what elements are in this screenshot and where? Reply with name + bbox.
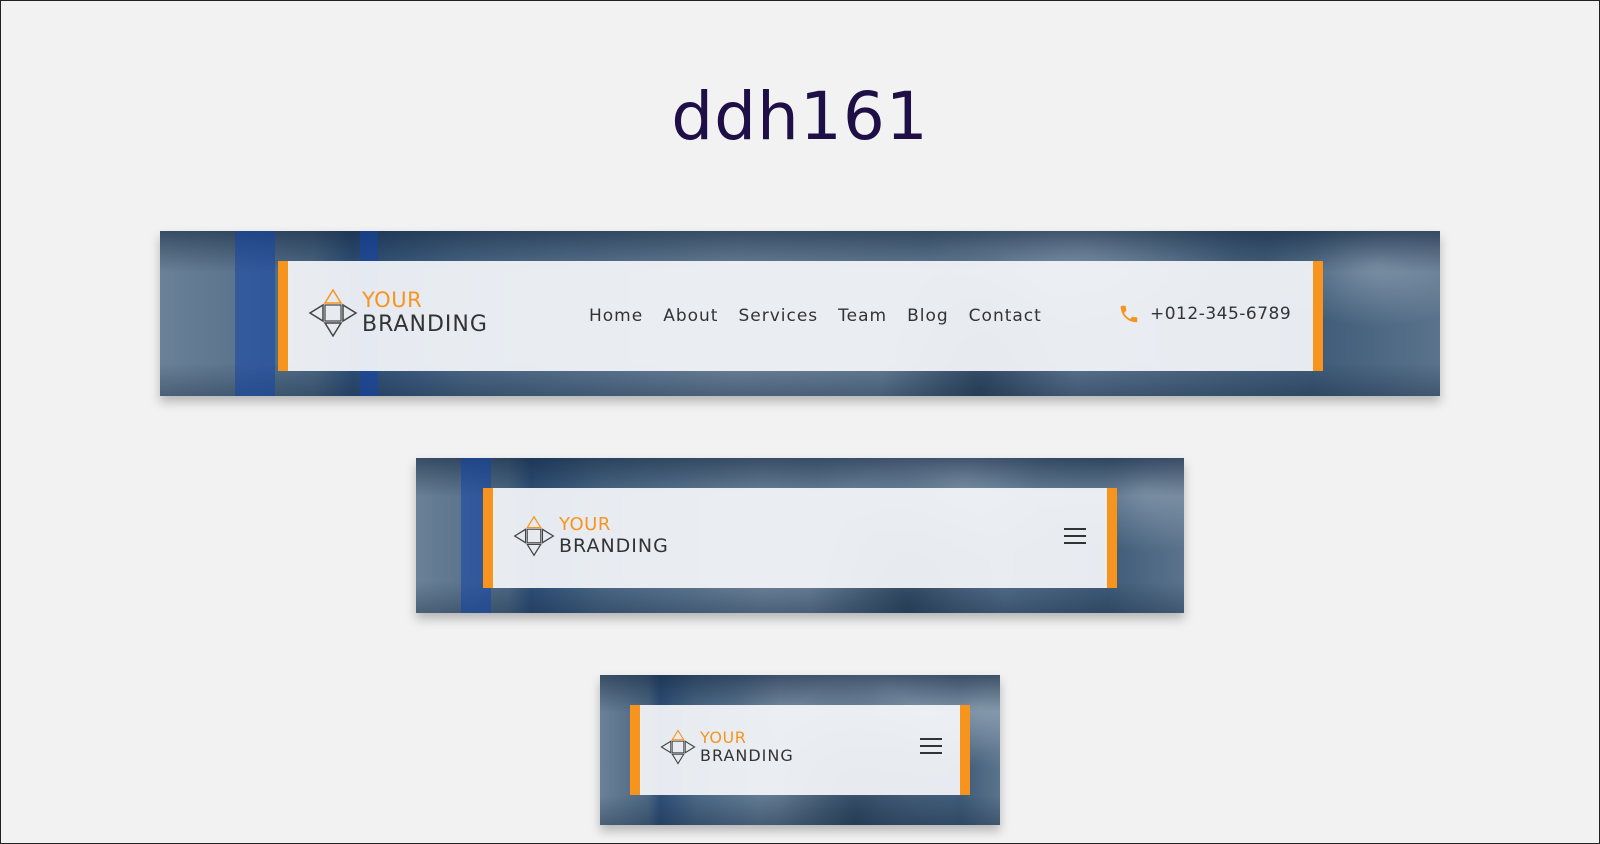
brand-line-your: YOUR bbox=[559, 514, 611, 535]
phone-number: +012-345-6789 bbox=[1150, 304, 1292, 324]
brand-logo-tablet[interactable]: YOUR BRANDING bbox=[513, 515, 669, 557]
brand-line-branding: BRANDING bbox=[559, 535, 669, 557]
brand-line-branding: BRANDING bbox=[700, 746, 794, 765]
nav-blog[interactable]: Blog bbox=[907, 306, 949, 326]
hamburger-menu-icon[interactable] bbox=[1064, 528, 1086, 549]
phone-icon bbox=[1120, 305, 1138, 323]
diamond-arrows-logo-icon bbox=[308, 288, 358, 338]
diamond-arrows-logo-icon bbox=[513, 515, 555, 557]
nav-about[interactable]: About bbox=[663, 306, 718, 326]
brand-logo[interactable]: YOUR BRANDING bbox=[308, 288, 488, 338]
diamond-arrows-logo-icon bbox=[660, 729, 696, 765]
brand-line-your: YOUR bbox=[700, 728, 747, 747]
navbar-tablet: YOUR BRANDING bbox=[483, 488, 1117, 588]
navbar-mobile: YOUR BRANDING bbox=[630, 705, 970, 795]
main-menu: Home About Services Team Blog Contact bbox=[579, 306, 1052, 326]
nav-contact[interactable]: Contact bbox=[969, 306, 1042, 326]
hamburger-menu-icon[interactable] bbox=[920, 738, 942, 759]
phone-contact[interactable]: +012-345-6789 bbox=[1118, 303, 1291, 325]
header-desktop-preview: YOUR BRANDING Home About Services Team B… bbox=[160, 231, 1440, 396]
page-title: ddh161 bbox=[671, 78, 929, 155]
navbar-desktop: YOUR BRANDING Home About Services Team B… bbox=[278, 261, 1323, 371]
brand-logo-mobile[interactable]: YOUR BRANDING bbox=[660, 729, 794, 765]
header-mobile-preview: YOUR BRANDING bbox=[600, 675, 1000, 825]
brand-line-your: YOUR bbox=[362, 288, 423, 312]
nav-home[interactable]: Home bbox=[589, 306, 643, 326]
nav-services[interactable]: Services bbox=[738, 306, 818, 326]
nav-team[interactable]: Team bbox=[838, 306, 887, 326]
header-tablet-preview: YOUR BRANDING bbox=[416, 458, 1184, 613]
brand-line-branding: BRANDING bbox=[362, 312, 488, 337]
